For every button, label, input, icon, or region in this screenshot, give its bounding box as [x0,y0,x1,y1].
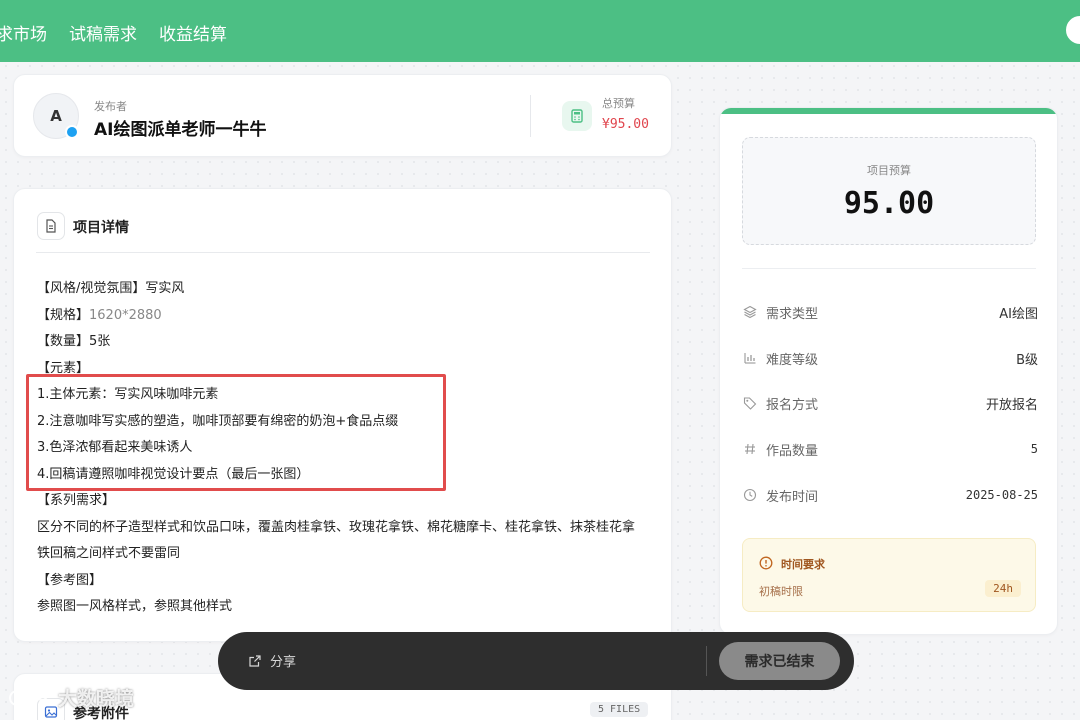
files-count-badge: 5 FILES [590,702,649,717]
detail-line: 【系列需求】 [37,493,116,508]
spec-prefix: 【规格】 [37,307,90,323]
info-value: B级 [1016,352,1038,368]
info-label: 需求类型 [766,306,819,322]
external-link-icon [249,654,261,667]
detail-line: 【风格/视觉氛围】写实风 [37,281,185,296]
divider [742,268,1036,269]
info-row-quantity: 作品数量 5 [742,439,1038,459]
project-budget-value: 95.00 [843,186,935,221]
info-row-signup: 报名方式 开放报名 [742,393,1038,413]
detail-line: 区分不同的杯子造型样式和饮品口味，覆盖肉桂拿铁、玫瑰花拿铁、棉花糖摩卡、桂花拿铁… [37,519,636,535]
project-summary-card: 项目预算 95.00 需求类型 AI绘图 难度等级 B级 报名方式 开放报名 作… [719,107,1058,635]
clock-icon [742,487,758,503]
verified-badge-icon [65,125,79,139]
nav-item-earnings[interactable]: 收益结算 [159,20,227,45]
bar-chart-icon [742,350,758,366]
detail-line: 参照图一风格样式，参照其他样式 [37,599,233,614]
nav-items: 求市场 试稿需求 收益结算 [0,20,249,45]
tag-icon [742,395,758,411]
info-label: 难度等级 [766,352,819,368]
info-value: AI绘图 [999,306,1038,322]
info-value: 开放报名 [985,397,1038,413]
divider [706,646,707,676]
divider [36,252,650,253]
detail-line: 【参考图】 [37,572,103,588]
info-row-type: 需求类型 AI绘图 [742,302,1038,322]
request-ended-button[interactable]: 需求已结束 [719,642,840,680]
bottom-action-bar: 分享 需求已结束 [218,632,854,690]
total-budget-label: 总预算 [602,97,635,110]
info-row-publish-time: 发布时间 2025-08-25 [742,485,1038,505]
user-avatar-icon[interactable] [1066,16,1080,44]
alert-circle-icon [759,555,773,574]
detail-line: 【数量】5张 [37,334,111,349]
spec-value: 1620*2880 [89,307,162,323]
publisher-name[interactable]: AI绘图派单老师一牛牛 [94,115,266,140]
detail-line-spec: 【规格】1620*2880 [37,303,657,330]
calculator-icon [562,101,592,131]
divider [530,95,531,137]
share-label: 分享 [270,655,297,670]
project-detail-card: 项目详情 【风格/视觉氛围】写实风 【规格】1620*2880 【数量】5张 【… [13,188,672,642]
accent-bar [720,108,1057,114]
share-button[interactable]: 分享 [248,651,296,670]
nav-item-market[interactable]: 求市场 [0,20,47,45]
hash-icon [742,441,758,457]
info-row-difficulty: 难度等级 B级 [742,348,1038,368]
publisher-card: A 发布者 AI绘图派单老师一牛牛 总预算 ¥95.00 [13,74,672,157]
top-nav: 求市场 试稿需求 收益结算 [0,0,1080,62]
layers-icon [742,304,758,320]
total-budget-value: ¥95.00 [602,117,649,132]
info-value: 2025-08-25 [965,488,1038,502]
info-label: 报名方式 [766,397,819,413]
project-budget-label: 项目预算 [867,164,911,177]
watermark: 大数晓境 [8,684,134,711]
first-draft-limit-value: 24h [985,580,1021,597]
project-budget-box: 项目预算 95.00 [742,137,1036,245]
watermark-text: 大数晓境 [58,688,135,710]
publisher-label: 发布者 [94,100,127,113]
info-value: 5 [1030,442,1038,456]
first-draft-limit-label: 初稿时限 [759,585,803,598]
info-label: 发布时间 [766,489,819,505]
time-requirement-title: 时间要求 [781,558,825,571]
watermark-logo-icon [9,688,48,706]
time-requirement-box: 时间要求 初稿时限 24h [742,538,1036,612]
info-label: 作品数量 [766,443,819,459]
annotation-highlight-box [26,374,446,491]
detail-line: 铁回稿之间样式不要雷同 [37,546,181,561]
document-icon [37,212,65,240]
project-detail-title: 项目详情 [73,220,129,236]
nav-item-trial-requests[interactable]: 试稿需求 [69,20,137,45]
